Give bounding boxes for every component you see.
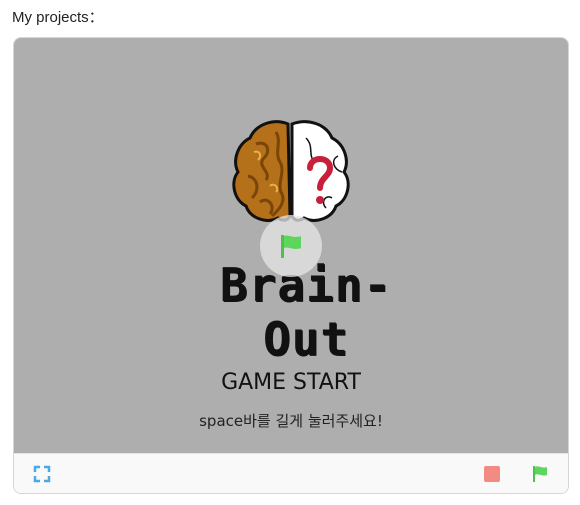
fullscreen-icon — [33, 465, 51, 483]
game-hint-text: space바를 길게 눌러주세요! — [199, 412, 383, 430]
brain-icon — [232, 120, 350, 222]
stop-button[interactable] — [482, 464, 502, 484]
fullscreen-button[interactable] — [32, 464, 52, 484]
green-flag-icon — [533, 466, 547, 482]
green-flag-overlay-button[interactable] — [260, 215, 322, 277]
project-player: Brain-Out GAME START space바를 길게 눌러주세요! — [13, 37, 569, 494]
project-stage[interactable]: Brain-Out GAME START space바를 길게 눌러주세요! — [14, 38, 568, 453]
game-logo-text: Brain-Out — [219, 258, 393, 366]
player-controls-bar — [14, 453, 568, 493]
green-flag-icon — [281, 235, 301, 258]
stop-icon — [484, 466, 500, 482]
page-heading: My projects： — [12, 9, 104, 26]
game-start-label: GAME START — [221, 370, 361, 395]
green-flag-button[interactable] — [530, 464, 550, 484]
